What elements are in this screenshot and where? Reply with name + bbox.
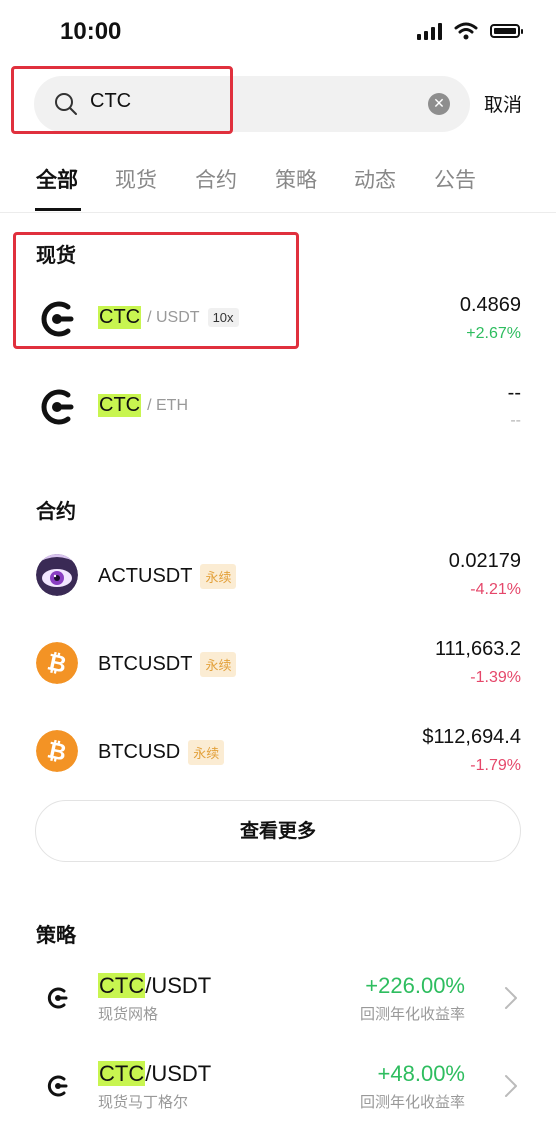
strategy-row-grid[interactable]: CTC/USDT 现货网格 +226.00% 回测年化收益率 — [0, 970, 556, 1030]
strategy-type: 现货马丁格尔 — [98, 1093, 189, 1111]
tab-feed[interactable]: 动态 — [354, 164, 396, 194]
category-tabs: 全部 现货 合约 策略 动态 公告 — [0, 150, 556, 213]
price: 0.02179 — [448, 550, 521, 572]
chevron-right-icon — [505, 1075, 517, 1097]
chevron-right-icon — [505, 987, 517, 1009]
status-bar: 10:00 — [0, 0, 556, 68]
pair-label: BTCUSDT 永续 — [98, 652, 237, 677]
perpetual-badge: 永续 — [200, 564, 237, 589]
base-symbol: CTC — [98, 394, 142, 417]
tab-all[interactable]: 全部 — [36, 164, 78, 194]
change-percent: -1.79% — [470, 757, 521, 774]
ctc-logo-icon — [41, 301, 74, 337]
futures-row-actusdt[interactable]: ACTUSDT 永续 0.02179 -4.21% — [0, 546, 556, 610]
ctc-logo-icon — [41, 389, 74, 425]
act-logo-icon — [36, 554, 78, 596]
change-percent: -- — [510, 412, 521, 429]
strategy-pair: CTC/USDT — [98, 1061, 211, 1087]
strategy-type: 现货网格 — [98, 1005, 159, 1023]
strategy-pair: CTC/USDT — [98, 973, 211, 999]
active-tab-indicator — [35, 208, 81, 211]
change-percent: -1.39% — [470, 669, 521, 686]
quote-symbol: /USDT — [145, 1061, 212, 1086]
futures-row-btcusdt[interactable]: ₿ BTCUSDT 永续 111,663.2 -1.39% — [0, 634, 556, 698]
price: 0.4869 — [459, 294, 521, 316]
change-percent: -4.21% — [470, 581, 521, 598]
quote-symbol: /USDT — [145, 973, 212, 998]
clear-icon[interactable]: ✕ — [428, 93, 450, 115]
price: $112,694.4 — [422, 726, 521, 748]
bitcoin-logo-icon: ₿ — [36, 730, 78, 772]
ctc-logo-icon — [47, 987, 68, 1009]
futures-section-title: 合约 — [36, 499, 76, 523]
base-symbol: CTC — [98, 1061, 146, 1086]
tab-announcements[interactable]: 公告 — [434, 164, 476, 194]
quote-symbol: / ETH — [147, 396, 188, 414]
strategy-return: +48.00% — [377, 1061, 465, 1086]
status-icons — [417, 22, 523, 40]
futures-row-btcusd[interactable]: ₿ BTCUSD 永续 $112,694.4 -1.79% — [0, 722, 556, 786]
pair-label: CTC / USDT 10x — [98, 306, 239, 329]
quote-symbol: / USDT — [147, 308, 200, 326]
pair-label: BTCUSD 永续 — [98, 740, 225, 765]
battery-icon — [490, 24, 523, 38]
view-more-button[interactable]: 查看更多 — [35, 800, 521, 862]
signal-icon — [417, 22, 442, 40]
base-symbol: CTC — [98, 306, 142, 329]
strategy-return: +226.00% — [365, 973, 465, 998]
strategy-section-title: 策略 — [36, 923, 76, 947]
contract-symbol: BTCUSD — [98, 741, 181, 763]
perpetual-badge: 永续 — [188, 740, 225, 765]
spot-row-ctc-eth[interactable]: CTC / ETH -- -- — [0, 378, 556, 442]
ctc-logo-icon — [47, 1075, 68, 1097]
change-percent: +2.67% — [466, 325, 521, 342]
price: -- — [507, 382, 521, 404]
tab-strategy[interactable]: 策略 — [275, 164, 317, 194]
contract-symbol: ACTUSDT — [98, 565, 193, 587]
spot-section-title: 现货 — [36, 243, 76, 267]
status-time: 10:00 — [60, 18, 122, 45]
strategy-row-martingale[interactable]: CTC/USDT 现货马丁格尔 +48.00% 回测年化收益率 — [0, 1058, 556, 1118]
bitcoin-logo-icon: ₿ — [36, 642, 78, 684]
contract-symbol: BTCUSDT — [98, 653, 193, 675]
tab-spot[interactable]: 现货 — [115, 164, 157, 194]
leverage-badge: 10x — [207, 308, 239, 327]
cancel-button[interactable]: 取消 — [484, 90, 522, 117]
tab-futures[interactable]: 合约 — [195, 164, 237, 194]
price: 111,663.2 — [434, 638, 521, 660]
strategy-metric-label: 回测年化收益率 — [359, 1005, 465, 1023]
wifi-icon — [454, 22, 478, 40]
strategy-metric-label: 回测年化收益率 — [359, 1093, 465, 1111]
pair-label: CTC / ETH — [98, 394, 188, 417]
base-symbol: CTC — [98, 973, 146, 998]
perpetual-badge: 永续 — [200, 652, 237, 677]
annotation-box-search — [11, 66, 233, 134]
pair-label: ACTUSDT 永续 — [98, 564, 237, 589]
spot-row-ctc-usdt[interactable]: CTC / USDT 10x 0.4869 +2.67% — [0, 290, 556, 354]
